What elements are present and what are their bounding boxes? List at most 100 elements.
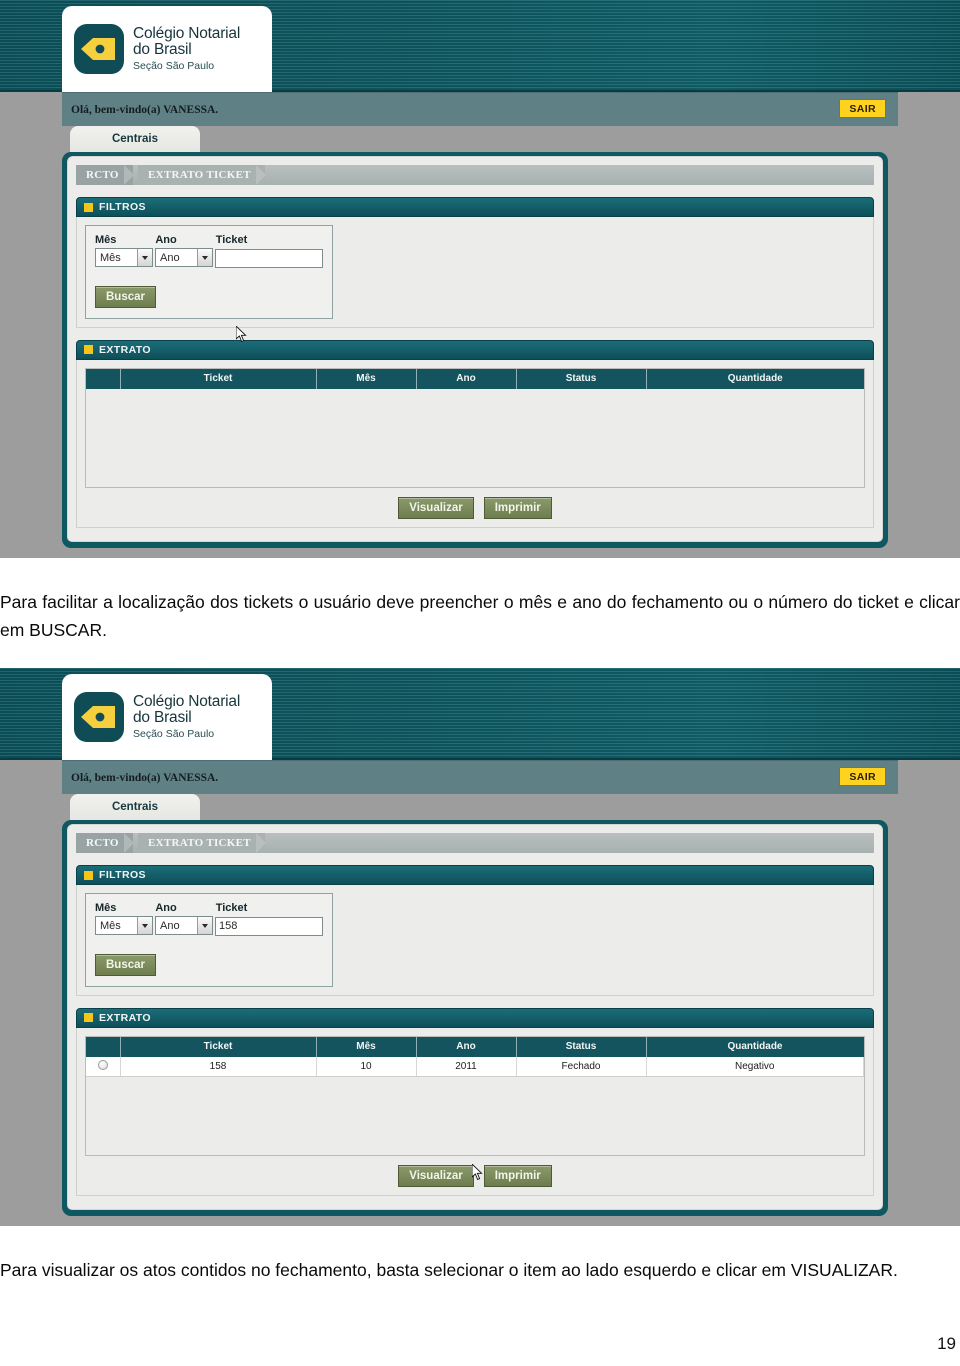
tab-centrais[interactable]: Centrais [70, 794, 200, 820]
select-ano[interactable]: Ano [155, 248, 213, 267]
select-mes-value: Mês [100, 251, 121, 264]
document-page: Colégio Notarial do Brasil Seção São Pau… [0, 0, 960, 1366]
col-quantidade: Quantidade [646, 1036, 864, 1057]
buscar-button[interactable]: Buscar [95, 953, 156, 976]
section-extrato: EXTRATO Ticket Mês Ano Status Quantidade… [76, 339, 874, 528]
row-status: Fechado [516, 1056, 647, 1077]
section-filtros-title: FILTROS [99, 869, 146, 881]
brand-line-2: do Brasil [133, 709, 192, 727]
chevron-down-icon[interactable] [137, 249, 152, 266]
select-mes[interactable]: Mês [95, 916, 153, 935]
select-ano[interactable]: Ano [155, 916, 213, 935]
tab-strip: Centrais [62, 126, 888, 152]
logout-button[interactable]: SAIR [839, 99, 886, 118]
row-ticket: 158 [120, 1056, 317, 1077]
table-row[interactable]: 158 10 2011 Fechado Negativo [86, 1056, 864, 1077]
label-ano: Ano [155, 902, 177, 914]
section-extrato-title: EXTRATO [99, 1011, 151, 1024]
extrato-table-container: Ticket Mês Ano Status Quantidade [85, 367, 865, 488]
extrato-table-body: 158 10 2011 Fechado Negativo [86, 1056, 864, 1077]
imprimir-button[interactable]: Imprimir [483, 1164, 552, 1187]
filter-labels-row: Mês Ano Ticket [95, 902, 323, 916]
breadcrumb-item-rcto[interactable]: RCTO [76, 165, 134, 185]
col-select [86, 1036, 121, 1057]
visualizar-button[interactable]: Visualizar [398, 496, 474, 519]
tab-centrais[interactable]: Centrais [70, 126, 200, 152]
ticket-input[interactable] [215, 248, 323, 268]
square-bullet-icon [84, 202, 93, 212]
content-panel-inner: RCTO EXTRATO TICKET FILTROS Mês Ano Tick… [67, 156, 883, 542]
screenshot-extrato-ticket-empty: Colégio Notarial do Brasil Seção São Pau… [0, 0, 960, 558]
row-radio-button[interactable] [97, 1059, 108, 1070]
tab-strip: Centrais [62, 794, 888, 820]
pen-nib-icon [74, 24, 124, 74]
brand-line-3: Seção São Paulo [133, 59, 215, 72]
col-quantidade: Quantidade [646, 368, 864, 389]
extrato-table: Ticket Mês Ano Status Quantidade [86, 1036, 864, 1077]
page-number: 19 [937, 1334, 956, 1353]
section-filtros-title: FILTROS [99, 201, 146, 213]
section-extrato-title: EXTRATO [99, 343, 151, 356]
section-extrato-header: EXTRATO [76, 1007, 874, 1028]
label-mes: Mês [95, 234, 117, 246]
col-mes: Mês [316, 368, 417, 389]
chevron-down-icon[interactable] [197, 917, 212, 934]
app-body: Centrais RCTO EXTRATO TICKET FILTROS Mês… [0, 794, 960, 1226]
screenshot-extrato-ticket-result: Colégio Notarial do Brasil Seção São Pau… [0, 668, 960, 1226]
brand-line-1: Colégio Notarial [133, 693, 241, 711]
label-mes: Mês [95, 902, 117, 914]
pen-nib-icon [74, 692, 124, 742]
select-mes[interactable]: Mês [95, 248, 153, 267]
greeting-text: Olá, bem-vindo(a) VANESSA. [71, 103, 219, 116]
greeting-text: Olá, bem-vindo(a) VANESSA. [71, 771, 219, 784]
square-bullet-icon [84, 345, 93, 354]
table-header-row: Ticket Mês Ano Status Quantidade [86, 1036, 864, 1057]
chevron-down-icon[interactable] [137, 917, 152, 934]
visualizar-button[interactable]: Visualizar [398, 1164, 474, 1187]
caption-paragraph-2: Para visualizar os atos contidos no fech… [0, 1260, 898, 1280]
site-banner: Colégio Notarial do Brasil Seção São Pau… [0, 668, 960, 760]
imprimir-button[interactable]: Imprimir [483, 496, 552, 519]
square-bullet-icon [84, 1013, 93, 1022]
col-ano: Ano [416, 1036, 517, 1057]
row-ano: 2011 [416, 1056, 517, 1077]
col-ano: Ano [416, 368, 517, 389]
breadcrumb: RCTO EXTRATO TICKET [76, 165, 874, 185]
brand-text: Colégio Notarial do Brasil Seção São Pau… [133, 693, 241, 740]
col-ticket: Ticket [120, 368, 317, 389]
chevron-down-icon[interactable] [197, 249, 212, 266]
filter-fieldset: Mês Ano Ticket Mês [85, 893, 333, 987]
breadcrumb-item-rcto[interactable]: RCTO [76, 833, 134, 853]
content-panel: RCTO EXTRATO TICKET FILTROS Mês Ano Tick… [62, 152, 888, 548]
label-ticket: Ticket [215, 902, 248, 914]
row-select-cell[interactable] [86, 1056, 121, 1077]
brand-text: Colégio Notarial do Brasil Seção São Pau… [133, 25, 241, 72]
mouse-cursor-icon [472, 1164, 483, 1180]
content-panel-inner: RCTO EXTRATO TICKET FILTROS Mês Ano Tick… [67, 824, 883, 1210]
breadcrumb: RCTO EXTRATO TICKET [76, 833, 874, 853]
content-panel: RCTO EXTRATO TICKET FILTROS Mês Ano Tick… [62, 820, 888, 1216]
col-status: Status [516, 368, 647, 389]
select-ano-value: Ano [160, 919, 180, 932]
filter-inputs-row: Mês Ano [95, 248, 323, 268]
breadcrumb-item-extrato-ticket[interactable]: EXTRATO TICKET [138, 165, 266, 185]
col-select [86, 368, 121, 389]
section-filtros-body: Mês Ano Ticket Mês [76, 885, 874, 996]
row-quantidade: Negativo [646, 1056, 864, 1077]
brand-logo: Colégio Notarial do Brasil Seção São Pau… [62, 674, 272, 760]
greeting-bar: Olá, bem-vindo(a) VANESSA. SAIR [62, 92, 898, 126]
ticket-input[interactable] [215, 916, 323, 936]
pen-nib-glyph [81, 706, 115, 728]
brand-line-2: do Brasil [133, 41, 192, 59]
logout-button[interactable]: SAIR [839, 767, 886, 786]
section-extrato-header: EXTRATO [76, 339, 874, 360]
buscar-button[interactable]: Buscar [95, 285, 156, 308]
brand-line-1: Colégio Notarial [133, 25, 241, 43]
greeting-strip: Olá, bem-vindo(a) VANESSA. SAIR [0, 760, 960, 794]
section-extrato-body: Ticket Mês Ano Status Quantidade [76, 359, 874, 528]
brand-logo: Colégio Notarial do Brasil Seção São Pau… [62, 6, 272, 92]
table-header-row: Ticket Mês Ano Status Quantidade [86, 368, 864, 389]
breadcrumb-item-extrato-ticket[interactable]: EXTRATO TICKET [138, 833, 266, 853]
extrato-actions: Visualizar Imprimir [85, 488, 865, 519]
pen-nib-glyph [81, 38, 115, 60]
